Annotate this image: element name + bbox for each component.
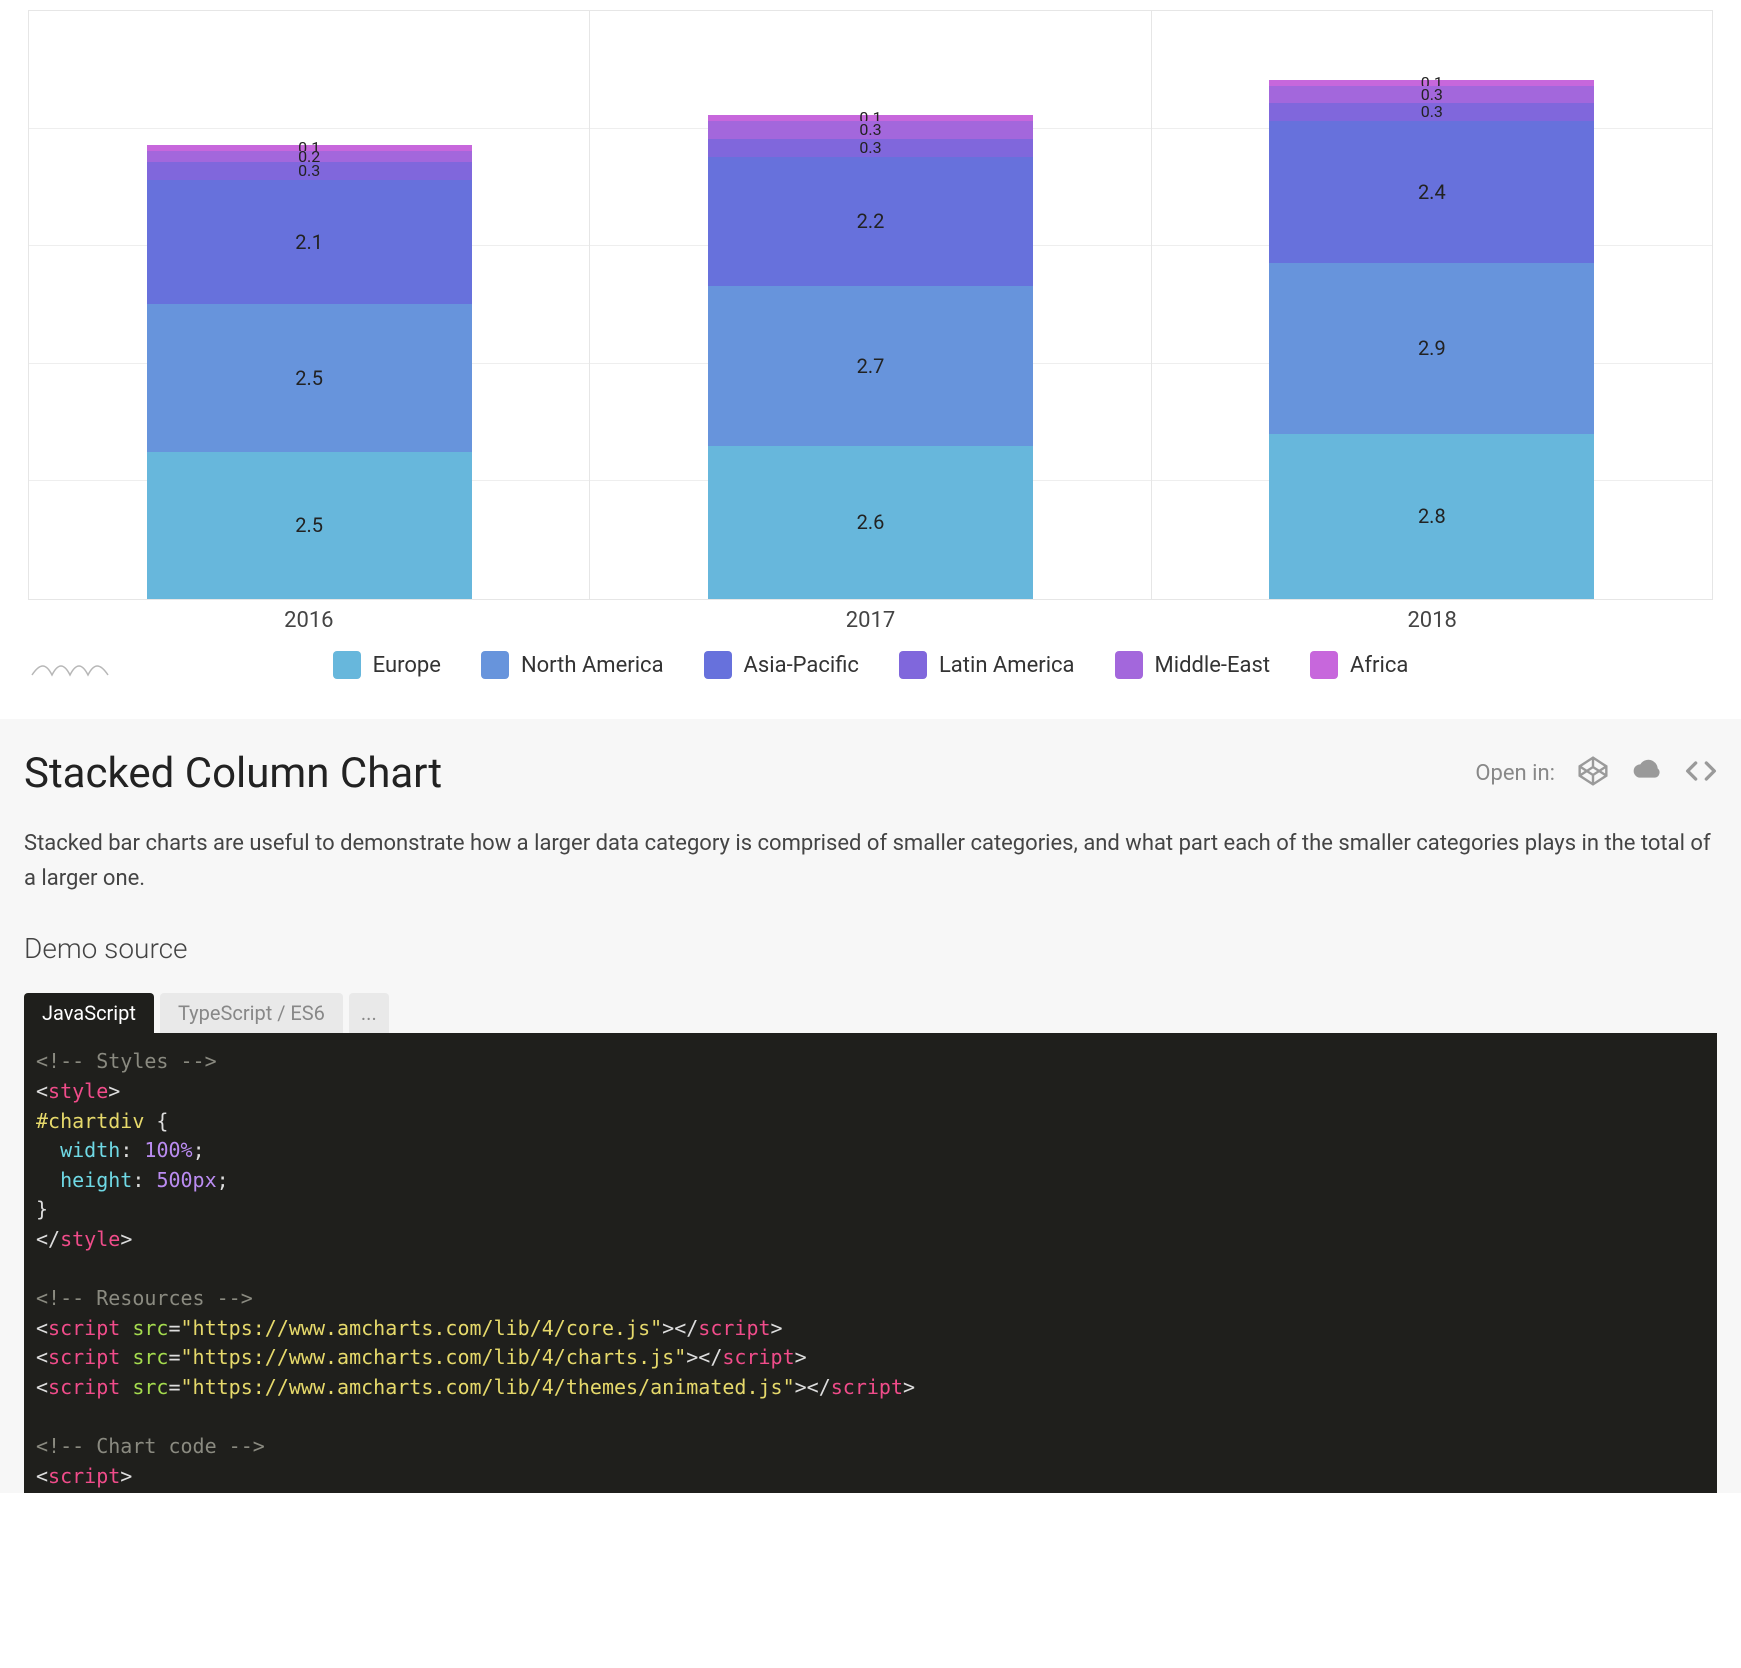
chart-legend: Europe North America Asia-Pacific Latin Ame… bbox=[28, 651, 1713, 679]
legend-swatch bbox=[1310, 651, 1338, 679]
bar-segment[interactable]: 0.3 bbox=[708, 139, 1033, 157]
legend-swatch bbox=[481, 651, 509, 679]
legend-swatch bbox=[1115, 651, 1143, 679]
x-tick-label: 2017 bbox=[590, 608, 1152, 633]
code-tabs: JavaScript TypeScript / ES6 ... bbox=[24, 993, 1717, 1033]
bar-column[interactable]: 2.62.72.20.30.30.1 bbox=[590, 11, 1151, 599]
chart-area: 2.52.52.10.30.20.12.62.72.20.30.30.12.82… bbox=[0, 0, 1741, 699]
open-in-bar: Open in: bbox=[1475, 755, 1717, 793]
bar-segment[interactable]: 2.4 bbox=[1269, 121, 1594, 263]
bar-segment[interactable]: 2.5 bbox=[147, 452, 472, 600]
legend-label: North America bbox=[521, 653, 664, 678]
legend-item[interactable]: Middle-East bbox=[1115, 651, 1271, 679]
bar-segment[interactable]: 0.3 bbox=[1269, 103, 1594, 121]
legend-swatch bbox=[704, 651, 732, 679]
tab-typescript[interactable]: TypeScript / ES6 bbox=[160, 993, 343, 1033]
tab-javascript[interactable]: JavaScript bbox=[24, 993, 154, 1033]
tab-more[interactable]: ... bbox=[349, 993, 389, 1033]
bar-segment[interactable]: 2.1 bbox=[147, 180, 472, 304]
bar-column[interactable]: 2.52.52.10.30.20.1 bbox=[29, 11, 590, 599]
legend-label: Europe bbox=[373, 653, 441, 678]
bar-segment[interactable]: 2.6 bbox=[708, 446, 1033, 599]
x-tick-label: 2018 bbox=[1151, 608, 1713, 633]
docs-section: Stacked Column Chart Open in: Stacked ba… bbox=[0, 719, 1741, 1493]
legend-item[interactable]: North America bbox=[481, 651, 664, 679]
legend-swatch bbox=[899, 651, 927, 679]
bar-column[interactable]: 2.82.92.40.30.30.1 bbox=[1152, 11, 1712, 599]
legend-label: Middle-East bbox=[1155, 653, 1271, 678]
code-icon[interactable] bbox=[1685, 755, 1717, 793]
code-editor[interactable]: <!-- Styles --> <style> #chartdiv { widt… bbox=[24, 1033, 1717, 1493]
x-axis-labels: 201620172018 bbox=[28, 608, 1713, 633]
bar-segment[interactable]: 2.5 bbox=[147, 304, 472, 452]
chart-plot[interactable]: 2.52.52.10.30.20.12.62.72.20.30.30.12.82… bbox=[28, 10, 1713, 600]
legend-item[interactable]: Asia-Pacific bbox=[704, 651, 859, 679]
amcharts-logo-icon[interactable] bbox=[30, 657, 110, 683]
bar-segment[interactable]: 0.3 bbox=[708, 121, 1033, 139]
bar-segment[interactable]: 0.3 bbox=[1269, 86, 1594, 104]
legend-label: Africa bbox=[1350, 653, 1408, 678]
legend-label: Latin America bbox=[939, 653, 1075, 678]
x-tick-label: 2016 bbox=[28, 608, 590, 633]
jsfiddle-icon[interactable] bbox=[1631, 755, 1663, 793]
legend-swatch bbox=[333, 651, 361, 679]
legend-item[interactable]: Latin America bbox=[899, 651, 1075, 679]
codepen-icon[interactable] bbox=[1577, 755, 1609, 793]
demo-source-heading: Demo source bbox=[24, 932, 1717, 965]
bar-segment[interactable]: 2.2 bbox=[708, 157, 1033, 287]
bar-segment[interactable]: 2.9 bbox=[1269, 263, 1594, 434]
legend-label: Asia-Pacific bbox=[744, 653, 859, 678]
docs-description: Stacked bar charts are useful to demonst… bbox=[24, 826, 1717, 896]
legend-item[interactable]: Europe bbox=[333, 651, 441, 679]
bar-segment[interactable]: 2.7 bbox=[708, 286, 1033, 445]
open-in-label: Open in: bbox=[1475, 761, 1555, 786]
page-title: Stacked Column Chart bbox=[24, 749, 442, 798]
legend-item[interactable]: Africa bbox=[1310, 651, 1408, 679]
docs-header: Stacked Column Chart Open in: bbox=[24, 749, 1717, 798]
bar-segment[interactable]: 0.3 bbox=[147, 162, 472, 180]
bar-segment[interactable]: 2.8 bbox=[1269, 434, 1594, 599]
